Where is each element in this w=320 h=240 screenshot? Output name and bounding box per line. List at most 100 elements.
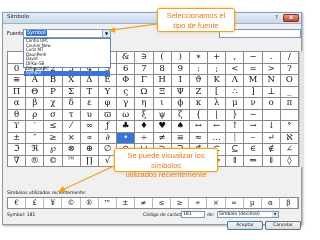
symbol-cell[interactable]: : (189, 63, 209, 75)
symbol-cell[interactable]: Ο (280, 75, 299, 87)
symbol-cell[interactable]: . (262, 52, 281, 64)
recent-symbol-cell[interactable]: µ (244, 198, 262, 208)
symbol-cell[interactable]: ƒ (98, 121, 118, 133)
symbol-cell[interactable]: ) (171, 52, 190, 64)
symbol-cell[interactable]: ↔ (189, 121, 209, 133)
symbol-cell[interactable]: Ζ (189, 86, 209, 98)
recent-symbol-cell[interactable]: α (262, 198, 280, 208)
symbol-cell[interactable]: … (208, 132, 227, 144)
symbol-cell[interactable]: ∏ (80, 155, 99, 167)
symbol-cell[interactable]: Δ (80, 75, 99, 87)
symbol-cell[interactable]: ? (280, 63, 299, 75)
symbol-cell[interactable]: ′ (26, 121, 45, 133)
symbol-cell[interactable]: ← (208, 121, 227, 133)
symbol-cell[interactable]: − (244, 52, 263, 64)
symbol-cell[interactable]: ⎯ (244, 132, 263, 144)
symbol-cell[interactable]: | (208, 109, 227, 121)
symbol-cell[interactable] (262, 109, 281, 121)
symbol-cell[interactable]: ™ (62, 155, 81, 167)
symbol-cell[interactable]: σ (44, 109, 63, 121)
symbol-cell[interactable]: Τ (80, 86, 99, 98)
symbol-cell[interactable]: 6 (117, 63, 136, 75)
recent-symbols-row[interactable]: € £ ¥ © ® ™ ± ≠ ≤ ≥ ÷ × ∞ µ α β (7, 197, 299, 209)
symbol-cell[interactable]: × (62, 132, 81, 144)
recent-symbol-cell[interactable]: ≤ (153, 198, 172, 208)
symbol-cell[interactable]: φ (98, 98, 118, 110)
symbol-cell[interactable]: Χ (62, 75, 81, 87)
symbol-cell[interactable]: ≅ (8, 75, 27, 87)
symbol-cell[interactable]: ℑ (8, 144, 27, 156)
symbol-cell[interactable]: • (117, 132, 136, 144)
symbol-cell[interactable]: ϖ (98, 109, 118, 121)
symbol-cell[interactable]: ϒ (8, 121, 27, 133)
recent-symbol-cell[interactable]: £ (26, 198, 45, 208)
symbol-cell[interactable]: ξ (135, 109, 154, 121)
symbol-cell[interactable]: γ (117, 98, 136, 110)
symbol-cell[interactable]: ι (153, 98, 172, 110)
symbol-cell[interactable]: ρ (26, 109, 45, 121)
symbol-cell[interactable]: > (262, 63, 281, 75)
symbol-cell[interactable]: ∴ (226, 86, 245, 98)
symbol-cell[interactable]: [ (208, 86, 227, 98)
symbol-cell[interactable]: ; (208, 63, 227, 75)
symbol-cell[interactable]: ο (262, 98, 281, 110)
symbol-cell[interactable]: = (244, 63, 263, 75)
recent-symbol-cell[interactable]: ∞ (226, 198, 244, 208)
symbol-cell[interactable]: ∠ (280, 144, 299, 156)
symbol-cell[interactable]: ◊ (280, 155, 299, 167)
recent-symbol-cell[interactable]: ≠ (135, 198, 153, 208)
symbol-cell[interactable]: Ι (171, 75, 190, 87)
symbol-cell[interactable]: ″ (26, 132, 45, 144)
symbol-cell[interactable]: ℘ (44, 144, 63, 156)
symbol-cell[interactable]: 7 (135, 63, 154, 75)
symbol-cell[interactable]: ⊥ (262, 86, 281, 98)
symbol-cell[interactable]: η (135, 98, 154, 110)
symbol-cell[interactable] (280, 109, 299, 121)
symbol-cell[interactable]: λ (208, 98, 227, 110)
symbol-cell[interactable]: π (280, 98, 299, 110)
symbol-cell[interactable]: ∉ (262, 144, 281, 156)
symbol-cell[interactable]: ≡ (171, 132, 190, 144)
recent-symbol-cell[interactable]: € (8, 198, 27, 208)
recent-symbol-cell[interactable]: ÷ (189, 198, 208, 208)
font-option[interactable]: Symbol (24, 71, 110, 76)
symbol-cell[interactable]: ς (117, 86, 136, 98)
cancel-button[interactable]: Cancelar (265, 221, 301, 230)
symbol-cell[interactable]: Π (8, 86, 27, 98)
symbol-cell[interactable]: Η (153, 75, 172, 87)
symbol-cell[interactable]: } (226, 109, 245, 121)
symbol-cell[interactable]: Ρ (44, 86, 63, 98)
recent-symbol-cell[interactable]: β (280, 198, 298, 208)
symbol-cell[interactable]: Ξ (153, 86, 172, 98)
symbol-cell[interactable]: δ (62, 98, 81, 110)
character-code-input[interactable]: 181 (181, 211, 205, 218)
symbol-cell[interactable]: _ (280, 86, 299, 98)
symbol-cell[interactable]: Ε (98, 75, 118, 87)
symbol-cell[interactable]: ] (244, 86, 263, 98)
symbol-cell[interactable]: ⇓ (262, 155, 281, 167)
symbol-cell[interactable]: ≤ (44, 121, 63, 133)
symbol-cell[interactable]: ∂ (98, 132, 118, 144)
symbol-cell[interactable]: ⏐ (226, 132, 245, 144)
symbol-cell[interactable]: 9 (171, 63, 190, 75)
symbol-cell[interactable]: ≥ (44, 132, 63, 144)
accept-button[interactable]: Aceptar (227, 221, 263, 230)
symbol-cell[interactable]: ≈ (189, 132, 209, 144)
symbol-cell[interactable]: ϕ (171, 98, 190, 110)
symbol-cell[interactable]: ν (244, 98, 263, 110)
symbol-cell[interactable]: ⁄ (62, 121, 81, 133)
symbol-cell[interactable]: Ω (135, 86, 154, 98)
symbol-cell[interactable]: τ (62, 109, 81, 121)
symbol-cell[interactable]: , (226, 52, 245, 64)
symbol-cell[interactable]: υ (80, 109, 99, 121)
symbol-cell[interactable]: ψ (153, 109, 172, 121)
recent-symbol-cell[interactable]: ≥ (171, 198, 190, 208)
recent-symbol-cell[interactable]: ¥ (44, 198, 63, 208)
symbol-cell[interactable]: ↓ (262, 121, 281, 133)
symbol-cell[interactable]: / (280, 52, 299, 64)
symbol-cell[interactable]: ⊗ (62, 144, 81, 156)
font-select[interactable]: Symbol ▼ (23, 29, 111, 38)
symbol-cell[interactable]: Φ (117, 75, 136, 87)
symbol-cell[interactable]: α (8, 98, 27, 110)
symbol-cell[interactable]: ∋ (135, 52, 154, 64)
